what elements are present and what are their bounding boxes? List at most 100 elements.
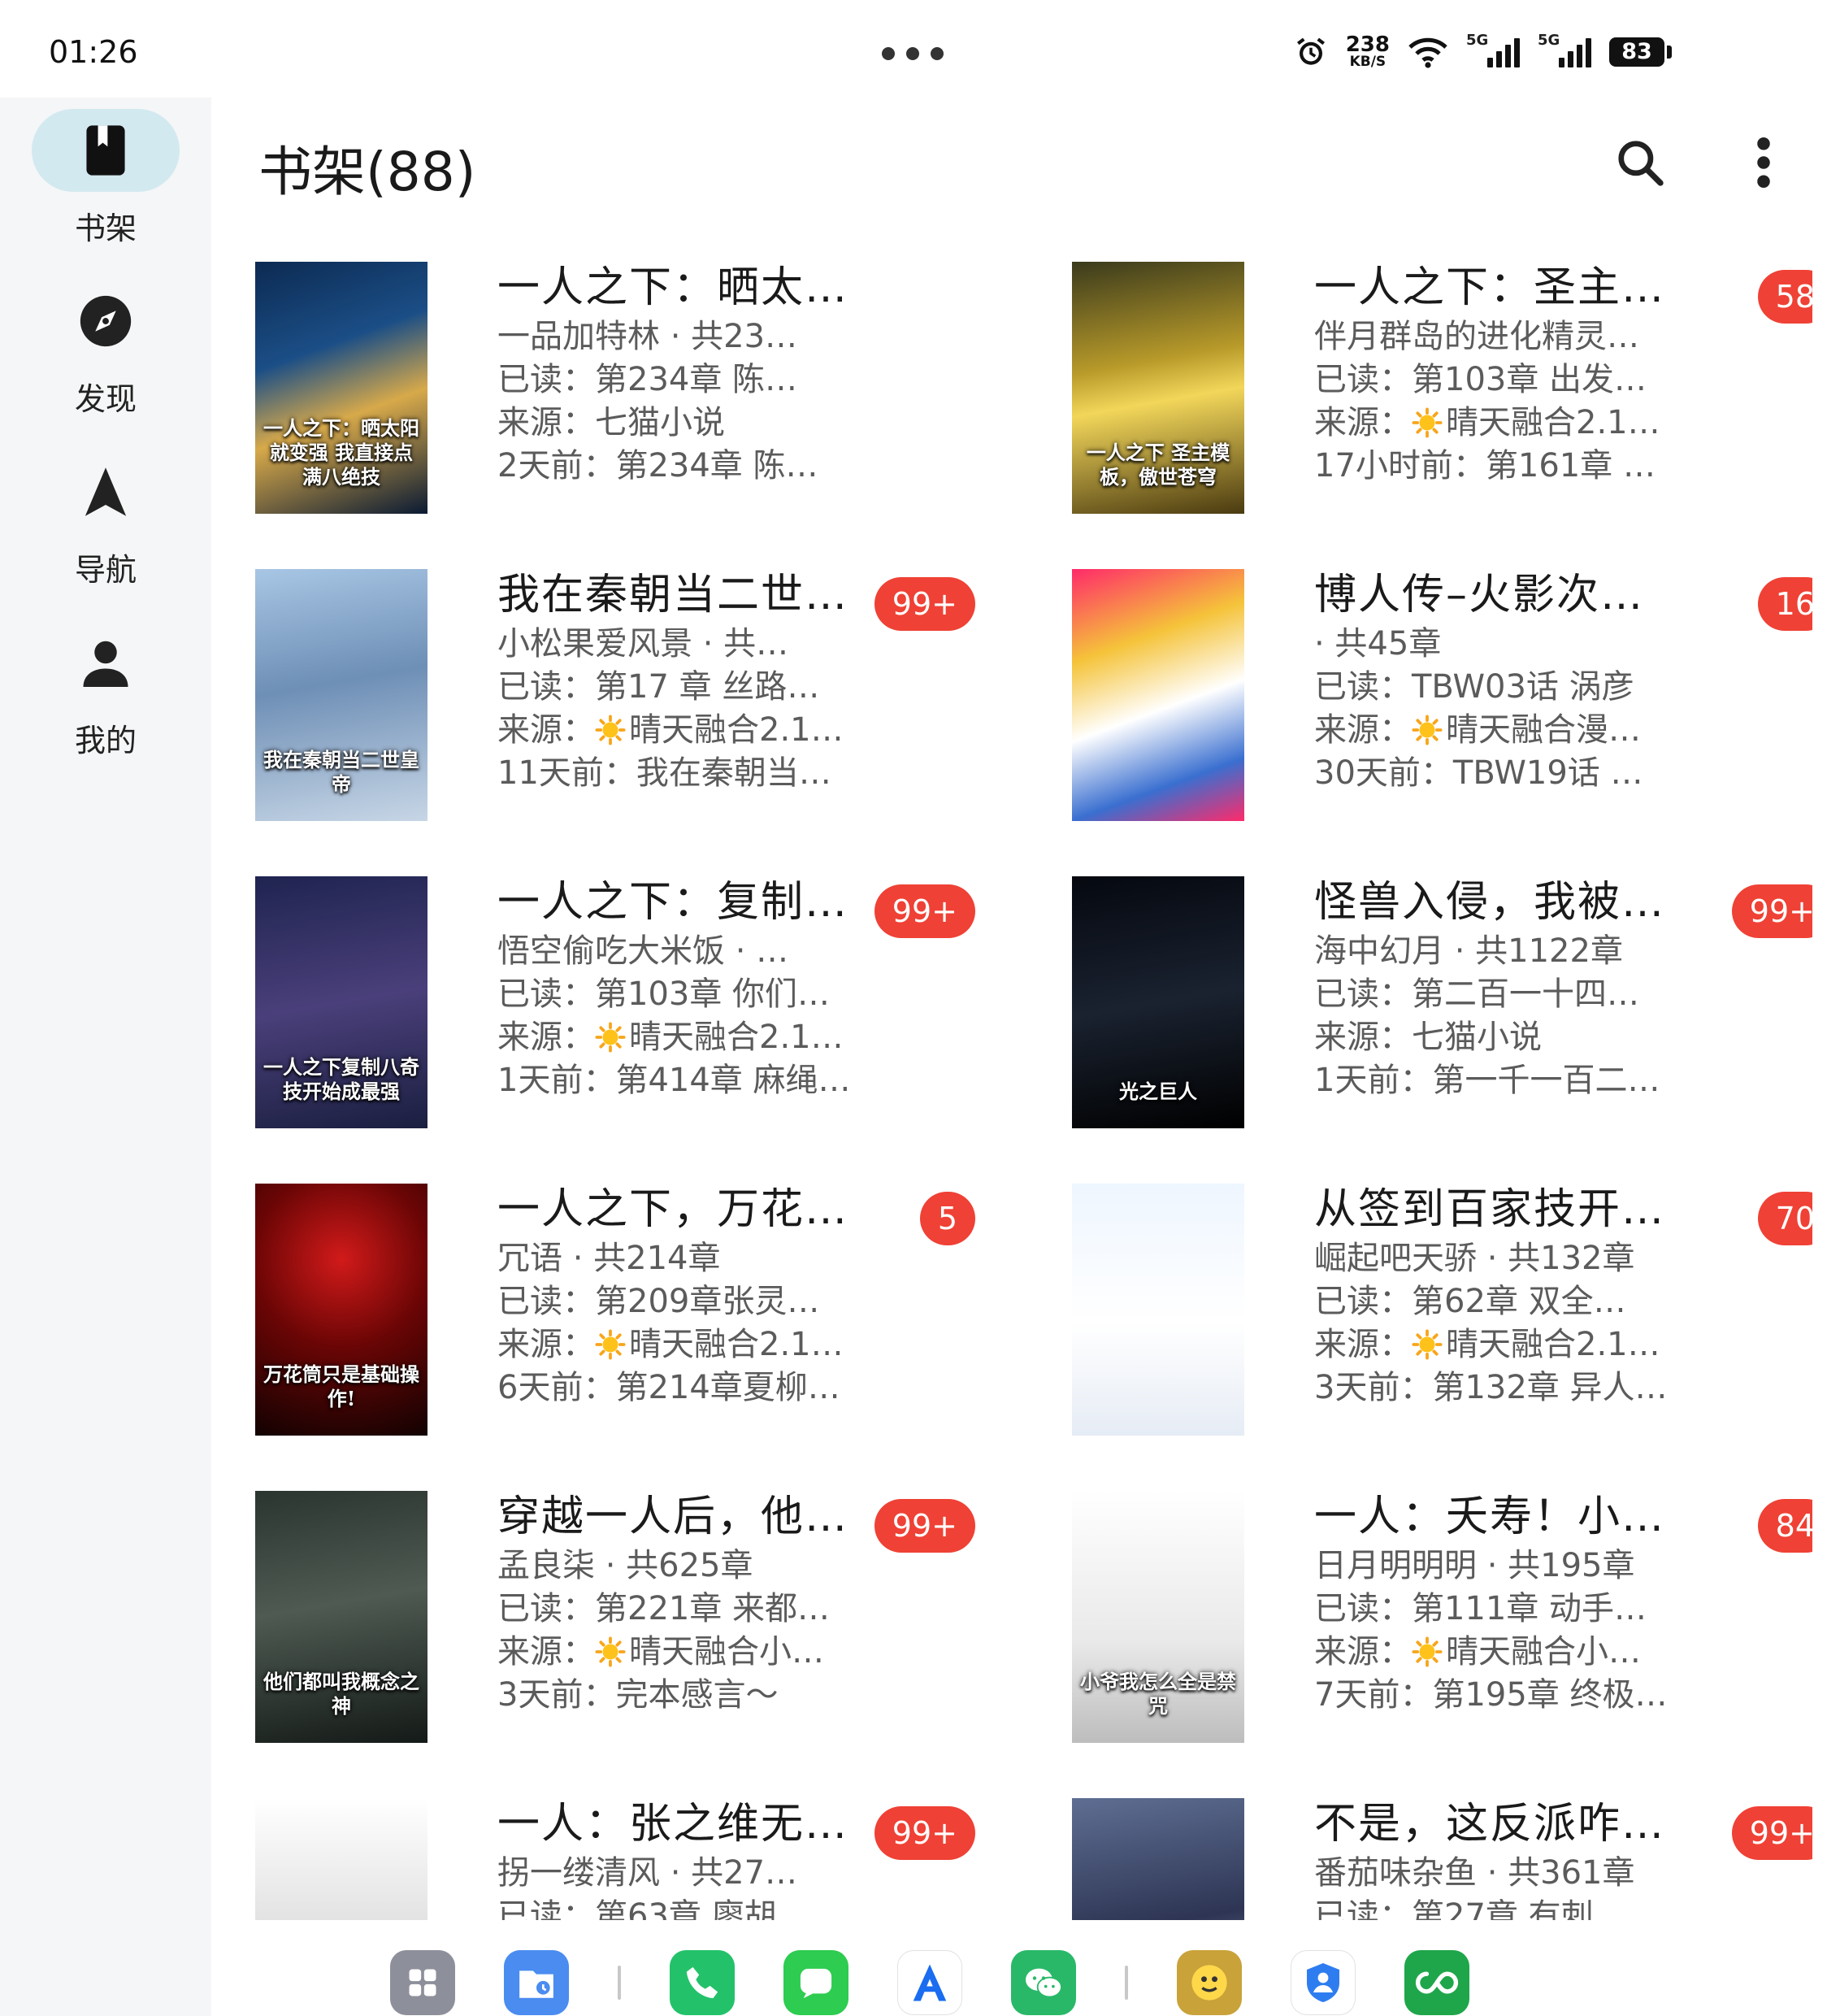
messages-icon[interactable]	[783, 1950, 848, 2015]
app-store-icon[interactable]	[897, 1950, 962, 2015]
source-name: 晴天融合小…	[1446, 1633, 1641, 1671]
book-read-progress: 已读：第17 章 丝路…	[497, 668, 820, 706]
sun-icon	[595, 1022, 626, 1053]
book-source: 来源：七猫小说	[1314, 1016, 1688, 1059]
book-card[interactable]: 小爷我怎么全是禁咒 一人：夭寿！小… 日月明明明 · 共195章 已读：第111…	[1052, 1473, 1812, 1743]
status-time: 01:26	[49, 34, 138, 70]
book-source: 来源： 晴天融合2.1…	[497, 1016, 871, 1059]
nav-item-discover[interactable]: 发现	[0, 280, 211, 419]
book-card[interactable]: 光之巨人 怪兽入侵，我被… 海中幻月 · 共1122章 已读：第二百一十四… 来…	[1052, 858, 1812, 1128]
book-latest-update: 17小时前：第161章 …	[1314, 447, 1656, 484]
sun-icon	[1412, 1636, 1443, 1667]
book-title: 从签到百家技开…	[1314, 1185, 1666, 1234]
book-source: 来源： 晴天融合2.1…	[497, 709, 871, 752]
book-latest-update: 30天前：TBW19话 …	[1314, 754, 1643, 792]
nav-label-bookshelf: 书架	[74, 211, 137, 246]
book-card[interactable]: 一人之下：晒太阳就变强 我直接点满八绝技 一人之下：晒太… 一品加特林 · 共2…	[236, 244, 1016, 514]
more-options-button[interactable]	[1747, 132, 1780, 193]
book-latest-update: 1天前：第414章 麻绳…	[497, 1062, 851, 1099]
contacts-icon[interactable]	[1291, 1950, 1356, 2015]
unread-badge: 70	[1757, 1192, 1812, 1245]
more-vertical-icon	[1757, 137, 1770, 188]
book-cover: 光之巨人	[1072, 876, 1244, 1128]
nav-item-bookshelf[interactable]: 书架	[0, 109, 211, 248]
book-latest-update: 2天前：第234章 陈…	[497, 447, 818, 484]
source-name: 晴天融合2.1…	[1446, 1326, 1660, 1363]
source-prefix: 来源：	[1314, 404, 1412, 441]
book-cover: 一人之下：晒太阳就变强 我直接点满八绝技	[255, 262, 427, 514]
file-manager-icon[interactable]	[504, 1950, 569, 2015]
unread-badge: 84	[1757, 1499, 1812, 1553]
book-card[interactable]: 万花筒只是基础操作! 一人之下，万花… 冗语 · 共214章 已读：第209章张…	[236, 1166, 1016, 1436]
book-info: 怪兽入侵，我被… 海中幻月 · 共1122章 已读：第二百一十四… 来源：七猫小…	[1314, 875, 1688, 1102]
book-card[interactable]: 一人：张之维无… 拐一缕清风 · 共27… 已读：第63章 廖胡… 99+	[236, 1780, 1016, 1920]
book-source: 来源： 晴天融合2.1…	[497, 1323, 871, 1366]
book-info: 一人之下：圣主… 伴月群岛的进化精灵… 已读：第103章 出发… 来源： 晴天融合…	[1314, 260, 1688, 488]
unread-badge: 99+	[874, 1806, 975, 1860]
book-author-chapters: 小松果爱风景 · 共…	[497, 625, 789, 663]
sun-icon	[1412, 715, 1443, 745]
unread-badge: 99+	[1731, 1806, 1812, 1860]
book-icon	[32, 109, 180, 192]
cover-title: 一人之下 圣主模板，傲世苍穹	[1086, 441, 1230, 489]
book-title: 我在秦朝当二世…	[497, 571, 849, 619]
window-handle-dots[interactable]	[882, 47, 944, 60]
book-author-chapters: 番茄味杂鱼 · 共361章	[1314, 1854, 1635, 1892]
book-author-chapters: 拐一缕清风 · 共27…	[497, 1854, 798, 1892]
book-latest-update: 7天前：第195章 终极…	[1314, 1676, 1668, 1714]
book-info: 我在秦朝当二世… 小松果爱风景 · 共… 已读：第17 章 丝路… 来源： 晴天融…	[497, 567, 871, 795]
navigation-arrow-icon	[32, 450, 180, 533]
book-latest-update: 3天前：完本感言～	[497, 1676, 779, 1714]
search-button[interactable]	[1609, 132, 1671, 193]
cover-title: 我在秦朝当二世皇帝	[263, 748, 419, 796]
book-info: 一人：夭寿！小… 日月明明明 · 共195章 已读：第111章 动手… 来源： 晴…	[1314, 1489, 1688, 1717]
book-latest-update: 1天前：第一千一百二…	[1314, 1062, 1660, 1099]
book-read-progress: 已读：第63章 廖胡…	[497, 1897, 809, 1920]
book-card[interactable]: 我在秦朝当二世皇帝 我在秦朝当二世… 小松果爱风景 · 共… 已读：第17 章 …	[236, 551, 1016, 821]
book-read-progress: 已读：第62章 双全…	[1314, 1283, 1626, 1320]
book-card[interactable]: 他们都叫我概念之神 穿越一人后，他… 孟良柒 · 共625章 已读：第221章 …	[236, 1473, 1016, 1743]
source-prefix: 来源：	[497, 711, 595, 749]
alarm-icon	[1296, 37, 1325, 65]
infinity-app-icon[interactable]	[1404, 1950, 1469, 2015]
qq-browser-icon[interactable]	[1177, 1950, 1242, 2015]
dock-separator	[1125, 1966, 1128, 2000]
book-title: 穿越一人后，他…	[497, 1492, 849, 1541]
book-card[interactable]: 从签到百家技开… 崛起吧天骄 · 共132章 已读：第62章 双全… 来源： 晴天…	[1052, 1166, 1812, 1436]
book-card[interactable]: 一人之下 圣主模板，傲世苍穹 一人之下：圣主… 伴月群岛的进化精灵… 已读：第1…	[1052, 244, 1812, 514]
book-title: 一人之下：圣主…	[1314, 263, 1666, 312]
app-grid-icon[interactable]	[390, 1950, 455, 2015]
book-cover	[255, 1798, 427, 1920]
book-title: 一人之下：晒太…	[497, 263, 849, 312]
wechat-icon[interactable]	[1011, 1950, 1076, 2015]
book-title: 一人之下，万花…	[497, 1185, 849, 1234]
network-speed: 238 KB/S	[1345, 33, 1390, 70]
source-prefix: 来源：	[497, 1326, 595, 1363]
source-name: 七猫小说	[595, 404, 725, 441]
sun-icon	[595, 1636, 626, 1667]
book-cover: 他们都叫我概念之神	[255, 1491, 427, 1743]
book-author-chapters: 孟良柒 · 共625章	[497, 1547, 753, 1584]
book-card[interactable]: 一人之下复制八奇技开始成最强 一人之下：复制… 悟空偷吃大米饭 · … 已读：第…	[236, 858, 1016, 1128]
book-author-chapters: 海中幻月 · 共1122章	[1314, 932, 1623, 970]
book-cover	[1072, 1184, 1244, 1436]
source-name: 晴天融合小…	[629, 1633, 824, 1671]
book-cover	[1072, 569, 1244, 821]
nav-item-profile[interactable]: 我的	[0, 621, 211, 760]
person-icon	[32, 621, 180, 704]
book-source: 来源： 晴天融合2.1…	[1314, 1323, 1688, 1366]
book-card[interactable]: 不是，这反派咋… 番茄味杂鱼 · 共361章 已读：第27章 有刺… 99+	[1052, 1780, 1812, 1920]
cell-signal-2-icon: 5G	[1538, 32, 1591, 67]
book-info: 一人之下：复制… 悟空偷吃大米饭 · … 已读：第103章 你们… 来源： 晴天融…	[497, 875, 871, 1102]
source-name: 七猫小说	[1412, 1019, 1542, 1056]
book-author-chapters: · 共45章	[1314, 625, 1442, 663]
phone-icon[interactable]	[670, 1950, 735, 2015]
bookshelf-grid: 一人之下：晒太阳就变强 我直接点满八绝技 一人之下：晒太… 一品加特林 · 共2…	[236, 244, 1812, 1920]
nav-label-discover: 发现	[74, 381, 137, 417]
book-cover	[1072, 1798, 1244, 1920]
book-read-progress: 已读：TBW03话 涡彦	[1314, 668, 1634, 706]
nav-rail: 书架 发现 导航 我的	[0, 98, 211, 2016]
book-card[interactable]: 博人传–火影次… · 共45章 已读：TBW03话 涡彦 来源： 晴天融合漫… 3…	[1052, 551, 1812, 821]
nav-item-navigation[interactable]: 导航	[0, 450, 211, 589]
unread-badge: 16	[1757, 577, 1812, 631]
